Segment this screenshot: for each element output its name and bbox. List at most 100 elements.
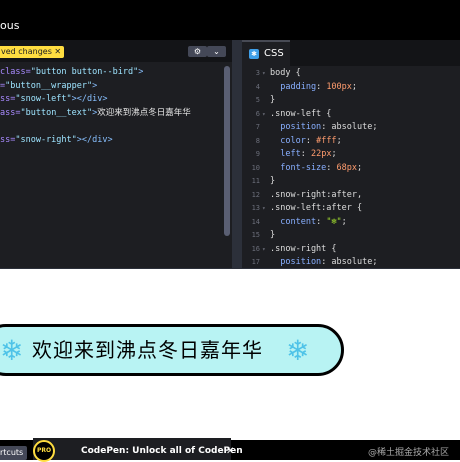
code-text: .snow-left:after { bbox=[270, 202, 362, 216]
code-token: color bbox=[270, 135, 306, 146]
code-token: "snow-left" bbox=[15, 94, 72, 104]
css-code-line: 6 ▾ .snow-left { bbox=[242, 108, 460, 122]
html-editor[interactable]: ved changes ✕ ⚙ ⌄ class="button button--… bbox=[0, 40, 232, 269]
html-scrollbar[interactable] bbox=[224, 66, 230, 236]
code-text: } bbox=[270, 175, 275, 189]
code-token: .snow-right { bbox=[270, 243, 337, 254]
code-token: "button__text" bbox=[20, 107, 93, 118]
code-text: padding: 100px; bbox=[270, 81, 357, 95]
code-text: .snow-left { bbox=[270, 108, 331, 122]
code-token: > bbox=[138, 67, 144, 77]
pane-resizer[interactable] bbox=[232, 40, 242, 269]
line-number: 7 bbox=[255, 123, 260, 131]
html-code-line: ="button__wrapper"> bbox=[0, 80, 191, 94]
html-code-line: ss="snow-left"></div> bbox=[0, 93, 191, 107]
css-code-line: 7 position: absolute; bbox=[242, 121, 460, 135]
code-token: 100px bbox=[326, 81, 352, 92]
html-code-line: class="button button--bird"> bbox=[0, 66, 191, 80]
line-number: 10 bbox=[251, 163, 260, 172]
button-text: 欢迎来到沸点冬日嘉年华 bbox=[32, 338, 263, 362]
line-number: 5 bbox=[255, 96, 260, 104]
code-text: .snow-right { bbox=[270, 243, 337, 257]
editors-panel: ved changes ✕ ⚙ ⌄ class="button button--… bbox=[0, 40, 460, 272]
code-token: ; bbox=[351, 81, 358, 92]
css-code-line: 8 color: #fff; bbox=[242, 135, 460, 149]
code-token: .snow-right:after, bbox=[270, 189, 363, 200]
css-code-line: 14 content: "❄"; bbox=[242, 216, 460, 230]
chevron-down-icon: ⌄ bbox=[213, 47, 220, 56]
code-token: : bbox=[305, 135, 317, 146]
line-number: 12 bbox=[251, 190, 260, 199]
html-code-line: ss="snow-right"></div> bbox=[0, 134, 191, 148]
fold-arrow-icon[interactable]: ▾ bbox=[262, 108, 266, 122]
css-code[interactable]: 3 ▾ body {4 padding: 100px; 5} 6 ▾ .snow-left … bbox=[242, 67, 460, 269]
code-token: ; bbox=[336, 135, 342, 146]
css-editor-header: ✱ CSS bbox=[242, 40, 460, 66]
html-settings-button[interactable]: ⚙ bbox=[188, 46, 207, 57]
code-token: ss= bbox=[0, 134, 16, 145]
code-token: .snow-left:after { bbox=[270, 203, 363, 213]
line-number: 16 bbox=[251, 244, 260, 253]
html-editor-header: ved changes ✕ ⚙ ⌄ bbox=[0, 40, 232, 62]
code-token: 68px bbox=[336, 162, 358, 173]
code-token: ></div> bbox=[76, 134, 113, 145]
code-token: : bbox=[300, 149, 311, 159]
code-token: } bbox=[270, 95, 276, 105]
code-token: 欢迎来到沸点冬日嘉年华 bbox=[97, 107, 191, 118]
css-code-line: 5} bbox=[242, 94, 460, 108]
css-code-line: 13 ▾ .snow-left:after { bbox=[242, 202, 460, 216]
css-code-line: 4 padding: 100px; bbox=[242, 81, 460, 95]
css-code-line: 10 font-size: 68px; bbox=[242, 162, 460, 176]
code-token: 22px bbox=[310, 149, 332, 159]
line-number: 6 bbox=[255, 109, 260, 118]
code-token: ; bbox=[331, 149, 337, 159]
code-token: ass= bbox=[0, 107, 21, 118]
tab-css[interactable]: ✱ CSS bbox=[242, 40, 290, 66]
code-text: } bbox=[270, 94, 275, 108]
fold-arrow-icon[interactable]: ▾ bbox=[262, 67, 266, 81]
pro-promo-banner[interactable]: PRO CodePen: Unlock all of CodePen ✕ bbox=[33, 438, 243, 462]
css-tab-label: CSS bbox=[264, 48, 284, 59]
snowflake-left-icon: ❄ bbox=[0, 334, 24, 367]
top-bar: ous bbox=[0, 0, 460, 40]
code-token: ; bbox=[341, 216, 347, 227]
css-editor[interactable]: ✱ CSS 3 ▾ body {4 padding: 100px; 5} 6 ▾ .snow… bbox=[242, 40, 460, 269]
line-number: 9 bbox=[255, 150, 260, 158]
code-text: left: 22px; bbox=[270, 148, 337, 162]
code-token: > bbox=[92, 80, 98, 91]
shortcuts-button[interactable]: rtcuts bbox=[0, 446, 28, 460]
code-text: } bbox=[270, 229, 275, 243]
code-token: : bbox=[326, 162, 337, 173]
code-token: left bbox=[270, 149, 301, 159]
pen-title[interactable]: ous bbox=[0, 19, 19, 32]
html-code[interactable]: class="button button--bird"> ="button__wr… bbox=[0, 66, 191, 147]
code-token: } bbox=[270, 176, 276, 186]
close-icon[interactable]: ✕ bbox=[226, 446, 234, 457]
pro-badge-icon: PRO bbox=[33, 440, 55, 462]
fold-arrow-icon[interactable]: ▾ bbox=[262, 243, 266, 257]
code-token: "button__wrapper" bbox=[5, 80, 93, 91]
code-token: : bbox=[316, 216, 327, 227]
css-code-line: 9 left: 22px; bbox=[242, 148, 460, 162]
code-token: ss= bbox=[0, 94, 16, 104]
css-code-line: 12 .snow-right:after, bbox=[242, 189, 460, 203]
code-token: "snow-right" bbox=[15, 134, 77, 145]
html-collapse-button[interactable]: ⌄ bbox=[207, 46, 226, 57]
line-number: 4 bbox=[255, 82, 260, 91]
code-text: color: #fff; bbox=[270, 135, 342, 149]
html-code-line: ass="button__text">欢迎来到沸点冬日嘉年华 bbox=[0, 107, 191, 121]
snow-button[interactable]: ❄ 欢迎来到沸点冬日嘉年华 ❄ bbox=[0, 324, 344, 376]
gear-icon: ⚙ bbox=[193, 47, 202, 56]
code-token: "button button--bird" bbox=[30, 67, 139, 77]
code-token: : absolute; bbox=[321, 257, 378, 267]
line-number: 15 bbox=[251, 231, 260, 239]
watermark: @稀土掘金技术社区 bbox=[368, 448, 450, 458]
line-number: 13 bbox=[251, 204, 260, 212]
code-token: ></div> bbox=[71, 94, 108, 104]
unsaved-changes-badge[interactable]: ved changes ✕ bbox=[0, 46, 65, 58]
fold-arrow-icon[interactable]: ▾ bbox=[262, 202, 266, 216]
code-text: position: absolute; bbox=[270, 121, 377, 135]
promo-text[interactable]: CodePen: Unlock all of CodePen bbox=[81, 446, 243, 456]
code-token: position bbox=[270, 122, 322, 132]
html-code-line bbox=[0, 120, 191, 134]
